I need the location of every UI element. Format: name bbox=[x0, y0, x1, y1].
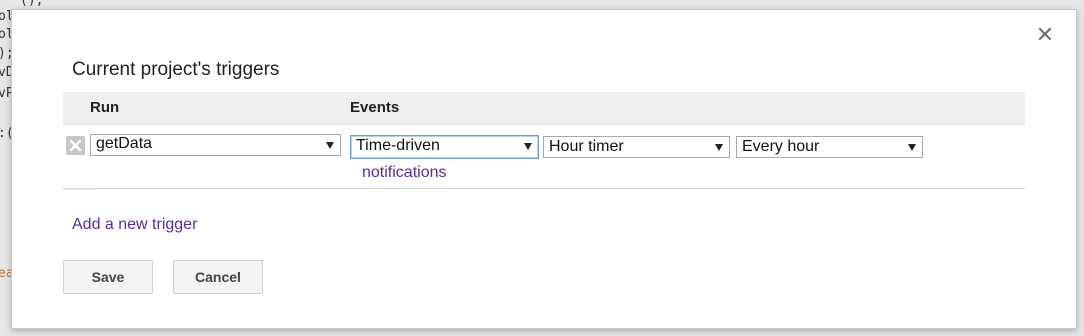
delete-trigger-button[interactable] bbox=[66, 136, 85, 155]
triggers-table-header: Run Events bbox=[63, 92, 1025, 125]
dropdown-caret-icon bbox=[715, 144, 723, 151]
dialog-title: Current project's triggers bbox=[72, 59, 280, 80]
timer-type-select[interactable]: Hour timer bbox=[543, 136, 730, 158]
dropdown-caret-icon bbox=[326, 142, 334, 149]
column-header-run: Run bbox=[90, 99, 120, 116]
row-divider bbox=[63, 188, 1025, 189]
save-button[interactable]: Save bbox=[63, 260, 153, 294]
x-icon bbox=[69, 139, 82, 152]
close-icon[interactable]: ✕ bbox=[1034, 25, 1056, 47]
interval-select[interactable]: Every hour bbox=[736, 136, 923, 158]
dropdown-caret-icon bbox=[908, 144, 916, 151]
dropdown-caret-icon bbox=[524, 143, 532, 150]
interval-value: Every hour bbox=[742, 138, 820, 155]
triggers-dialog: ✕ Current project's triggers Run Events … bbox=[11, 9, 1077, 329]
event-source-select[interactable]: Time-driven bbox=[350, 135, 539, 159]
notifications-link[interactable]: notifications bbox=[362, 164, 447, 182]
column-header-events: Events bbox=[350, 99, 400, 116]
add-trigger-link[interactable]: Add a new trigger bbox=[72, 216, 197, 234]
event-source-value: Time-driven bbox=[356, 137, 440, 154]
row-divider-accent bbox=[63, 189, 97, 190]
run-function-value: getData bbox=[96, 135, 153, 152]
cancel-button[interactable]: Cancel bbox=[173, 260, 263, 294]
run-function-select[interactable]: getData bbox=[90, 134, 341, 156]
timer-type-value: Hour timer bbox=[549, 138, 624, 155]
background-code-top: (); bbox=[20, 0, 44, 8]
